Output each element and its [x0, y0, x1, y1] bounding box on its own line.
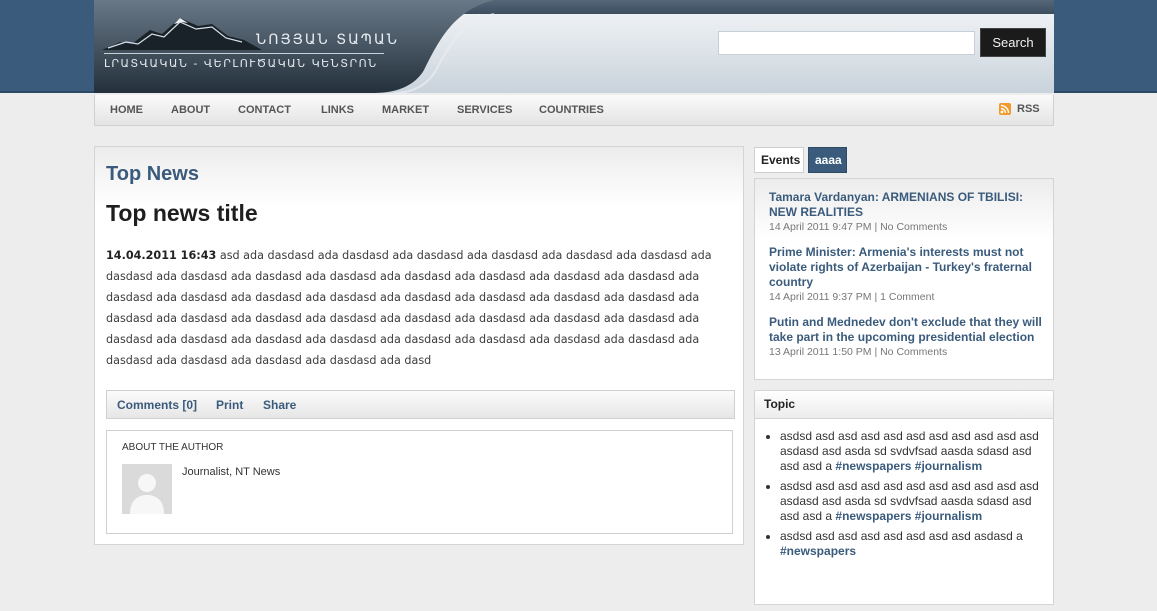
- logo-mountains-icon: [102, 18, 262, 50]
- rss-label: RSS: [1017, 103, 1040, 115]
- event-meta: 13 April 2011 1:50 PM | No Comments: [769, 346, 948, 358]
- topic-header: Topic: [755, 391, 1053, 419]
- event-title[interactable]: Prime Minister: Armenia's interests must…: [769, 245, 1043, 290]
- nav-item-countries[interactable]: COUNTRIES: [539, 104, 604, 116]
- topic-tag[interactable]: #journalism: [915, 459, 982, 473]
- topic-panel: Topic asdsd asd asd asd asd asd asd asd …: [754, 390, 1054, 605]
- search-button[interactable]: Search: [980, 28, 1046, 57]
- user-placeholder-icon: [122, 464, 172, 514]
- article-body: 14.04.2011 16:43 asd ada dasdasd ada das…: [106, 245, 721, 371]
- news-title: Top news title: [106, 200, 258, 226]
- topic-item: asdsd asd asd asd asd asd asd asd asd as…: [780, 479, 1046, 524]
- event-title[interactable]: Putin and Mednedev don't exclude that th…: [769, 315, 1043, 345]
- event-title[interactable]: Tamara Vardanyan: ARMENIANS OF TBILISI: …: [769, 190, 1043, 220]
- event-meta: 14 April 2011 9:37 PM | 1 Comment: [769, 291, 935, 303]
- topic-item: asdsd asd asd asd asd asd asd asd asd as…: [780, 429, 1046, 474]
- nav-item-links[interactable]: LINKS: [321, 104, 354, 116]
- event-meta: 14 April 2011 9:47 PM | No Comments: [769, 221, 948, 233]
- nav-item-home[interactable]: HOME: [110, 104, 143, 116]
- main-content: Top News Top news title 14.04.2011 16:43…: [94, 146, 744, 545]
- article-toolbar: Comments [0] Print Share: [106, 390, 735, 419]
- events-panel: Tamara Vardanyan: ARMENIANS OF TBILISI: …: [754, 178, 1054, 380]
- topic-tag[interactable]: #newspapers: [835, 459, 911, 473]
- logo-divider: [104, 53, 384, 54]
- nav-item-about[interactable]: ABOUT: [171, 104, 210, 116]
- share-link[interactable]: Share: [263, 398, 296, 412]
- nav-item-contact[interactable]: CONTACT: [238, 104, 291, 116]
- print-link[interactable]: Print: [216, 398, 243, 412]
- article-text: asd ada dasdasd ada dasdasd ada dasdasd …: [106, 249, 712, 367]
- logo-title: ՆՈՅՅԱՆ ՏԱՊԱՆ: [256, 32, 399, 48]
- topic-title: Topic: [764, 397, 796, 411]
- section-title: Top News: [106, 163, 199, 185]
- author-heading: ABOUT THE AUTHOR: [122, 442, 224, 453]
- topic-item: asdsd asd asd asd asd asd asd asd asdasd…: [780, 529, 1046, 559]
- topic-tag[interactable]: #newspapers: [835, 509, 911, 523]
- topic-text: asdsd asd asd asd asd asd asd asd asdasd…: [780, 529, 1023, 543]
- author-description: Journalist, NT News: [182, 466, 281, 478]
- comments-link[interactable]: Comments [0]: [117, 398, 197, 412]
- author-box: ABOUT THE AUTHOR Journalist, NT News: [106, 430, 733, 534]
- rss-link[interactable]: RSS: [999, 103, 1040, 115]
- article-date: 14.04.2011 16:43: [106, 249, 217, 262]
- tab-aaaa[interactable]: aaaa: [808, 147, 847, 173]
- rss-icon: [999, 103, 1011, 115]
- topic-tag[interactable]: #journalism: [915, 509, 982, 523]
- nav-item-services[interactable]: SERVICES: [457, 104, 512, 116]
- topic-tag[interactable]: #newspapers: [780, 544, 856, 558]
- header-band: ՆՈՅՅԱՆ ՏԱՊԱՆ ԼՐԱՏՎԱԿԱՆ - ՎԵՐԼՈՒԾԱԿԱՆ ԿԵՆ…: [0, 0, 1157, 93]
- nav-item-market[interactable]: MARKET: [382, 104, 429, 116]
- main-nav: HOME ABOUT CONTACT LINKS MARKET SERVICES…: [94, 95, 1054, 126]
- topic-list: asdsd asd asd asd asd asd asd asd asd as…: [766, 429, 1046, 564]
- logo-subtitle: ԼՐԱՏՎԱԿԱՆ - ՎԵՐԼՈՒԾԱԿԱՆ ԿԵՆՏՐՈՆ: [104, 57, 378, 70]
- tab-events[interactable]: Events: [754, 147, 804, 173]
- search-input[interactable]: [718, 31, 975, 55]
